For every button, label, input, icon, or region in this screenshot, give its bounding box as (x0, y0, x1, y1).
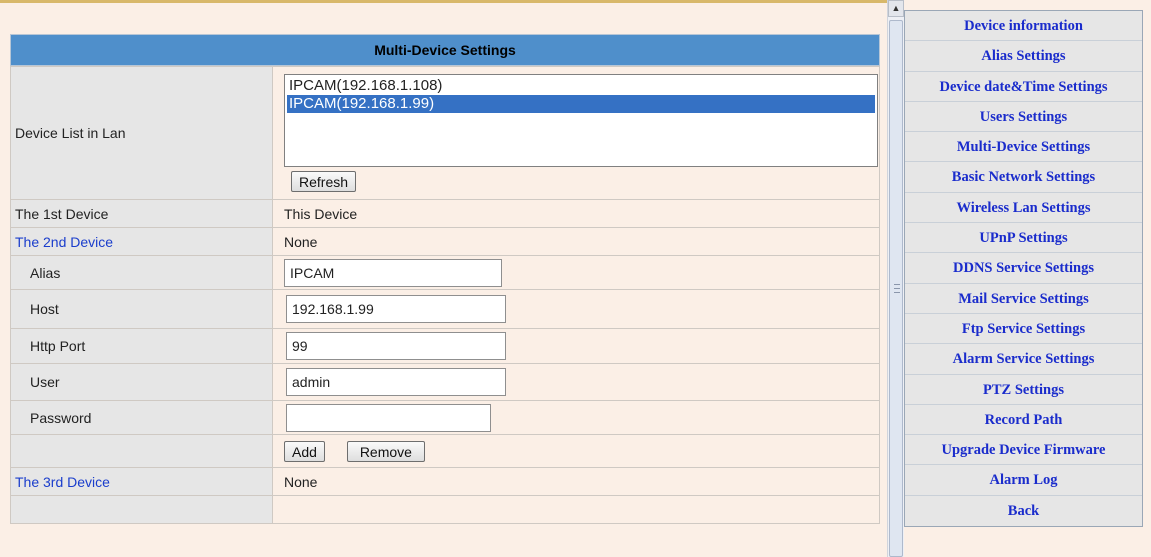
vertical-scrollbar[interactable]: ▲ (887, 0, 904, 557)
chevron-up-icon[interactable]: ▲ (888, 0, 904, 17)
top-border (0, 0, 887, 3)
menu-item-upnp-settings[interactable]: UPnP Settings (905, 223, 1142, 254)
table-row: Alias IPCAM (10, 255, 880, 290)
settings-table: Device List in Lan IPCAM(192.168.1.108) … (10, 66, 880, 524)
table-row: The 2nd Device None (10, 227, 880, 256)
remove-button[interactable]: Remove (346, 440, 425, 462)
http-port-label: Http Port (10, 328, 273, 364)
menu-item-ddns-service-settings[interactable]: DDNS Service Settings (905, 253, 1142, 284)
table-row: Password (10, 400, 880, 435)
menu-item-alarm-service-settings[interactable]: Alarm Service Settings (905, 344, 1142, 375)
password-input[interactable] (286, 403, 491, 432)
settings-menu: Device information Alias Settings Device… (904, 10, 1143, 528)
menu-item-date-time-settings[interactable]: Device date&Time Settings (905, 72, 1142, 102)
menu-item-multi-device-settings[interactable]: Multi-Device Settings (905, 132, 1142, 163)
password-label: Password (10, 400, 273, 435)
alias-label: Alias (10, 255, 273, 290)
table-row: The 1st Device This Device (10, 199, 880, 228)
table-row: Add Remove (10, 434, 880, 468)
first-device-value: This Device (272, 199, 880, 228)
menu-item-device-information[interactable]: Device information (905, 11, 1142, 42)
host-label: Host (10, 289, 273, 329)
third-device-value: None (272, 467, 880, 496)
table-row: Host 192.168.1.99 (10, 289, 880, 329)
second-device-label: The 2nd Device (10, 227, 273, 256)
device-option-selected[interactable]: IPCAM(192.168.1.99) (287, 95, 875, 113)
main-panel: Multi-Device Settings Device List in Lan… (10, 34, 880, 524)
second-device-value: None (272, 227, 880, 256)
menu-item-record-path[interactable]: Record Path (905, 405, 1142, 436)
table-row: User admin (10, 363, 880, 401)
menu-item-mail-service-settings[interactable]: Mail Service Settings (905, 284, 1142, 314)
device-option[interactable]: IPCAM(192.168.1.108) (287, 77, 875, 95)
third-device-label: The 3rd Device (10, 467, 273, 496)
http-port-input[interactable]: 99 (286, 332, 506, 360)
table-row: Http Port 99 (10, 328, 880, 364)
device-list-row: Device List in Lan IPCAM(192.168.1.108) … (10, 66, 880, 200)
first-device-label: The 1st Device (10, 199, 273, 228)
device-list-label: Device List in Lan (10, 66, 273, 200)
scrollbar-thumb[interactable] (889, 20, 903, 557)
menu-item-wireless-lan-settings[interactable]: Wireless Lan Settings (905, 193, 1142, 224)
menu-item-upgrade-firmware[interactable]: Upgrade Device Firmware (905, 435, 1142, 466)
device-listbox[interactable]: IPCAM(192.168.1.108) IPCAM(192.168.1.99) (284, 74, 878, 167)
grip-icon (894, 284, 900, 293)
menu-item-users-settings[interactable]: Users Settings (905, 102, 1142, 133)
table-row: The 3rd Device None (10, 467, 880, 496)
host-input[interactable]: 192.168.1.99 (286, 295, 506, 323)
table-row (10, 495, 880, 524)
menu-item-alias-settings[interactable]: Alias Settings (905, 41, 1142, 72)
user-input[interactable]: admin (286, 368, 506, 396)
add-button[interactable]: Add (284, 440, 325, 462)
section-title: Multi-Device Settings (10, 34, 880, 66)
refresh-button[interactable]: Refresh (291, 171, 357, 192)
menu-item-ftp-service-settings[interactable]: Ftp Service Settings (905, 314, 1142, 345)
user-label: User (10, 363, 273, 401)
alias-input[interactable]: IPCAM (284, 258, 502, 287)
menu-item-ptz-settings[interactable]: PTZ Settings (905, 375, 1142, 405)
menu-item-back[interactable]: Back (905, 496, 1142, 526)
menu-item-alarm-log[interactable]: Alarm Log (905, 465, 1142, 496)
menu-item-basic-network-settings[interactable]: Basic Network Settings (905, 162, 1142, 193)
